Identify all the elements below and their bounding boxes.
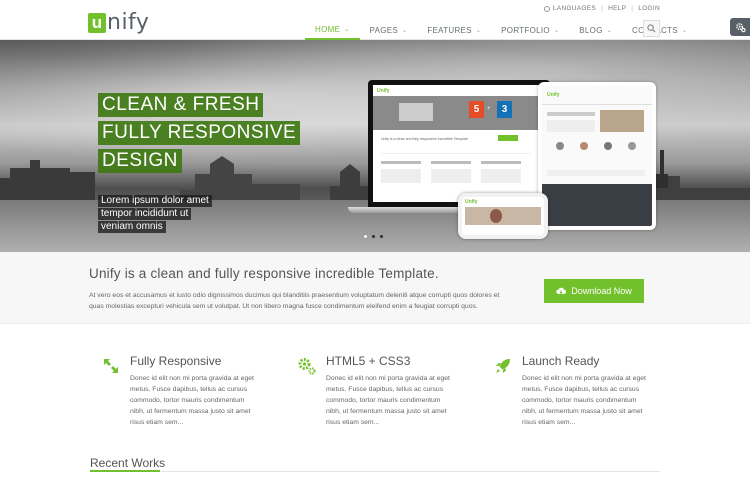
css3-logo: 3 xyxy=(497,101,512,118)
chevron-down-icon: ⌄ xyxy=(475,27,482,34)
phone-mockup: Unify xyxy=(458,193,548,239)
topbar-separator: | xyxy=(601,5,604,12)
team-avatar xyxy=(604,142,612,150)
tablet-logo: Unify xyxy=(547,92,560,98)
tablet-footer xyxy=(542,184,652,226)
feature-title: HTML5 + CSS3 xyxy=(326,354,411,368)
promo-title: Unify is a clean and fully responsive in… xyxy=(89,266,439,281)
laptop-divider xyxy=(381,153,531,154)
laptop-text-block xyxy=(481,169,521,183)
hero-title-text: DESIGN xyxy=(98,149,182,173)
laptop-mockup: Unify 5 + 3 Unify is a clean and fully r… xyxy=(368,80,550,207)
laptop-button xyxy=(498,135,518,141)
logo[interactable]: u nify xyxy=(88,10,149,36)
team-avatar xyxy=(556,142,564,150)
rocket-icon xyxy=(496,359,510,373)
chevron-down-icon: ⌄ xyxy=(681,27,688,34)
section-divider xyxy=(90,471,660,472)
download-button[interactable]: Download Now xyxy=(544,279,644,303)
phone-logo: Unify xyxy=(465,199,478,205)
globe-icon xyxy=(543,5,550,12)
chevron-down-icon: ⌄ xyxy=(402,27,408,34)
hero-title-line: FULLY RESPONSIVE xyxy=(98,121,301,145)
promo-text: At vero eos et accusamus et iusto odio d… xyxy=(89,292,500,310)
laptop-text-block xyxy=(431,169,471,183)
laptop-screen: Unify 5 + 3 Unify is a clean and fully r… xyxy=(373,85,545,202)
nav-item-label: FEATURES xyxy=(427,25,472,35)
nav-item-label: BLOG xyxy=(579,25,603,35)
plus-sign: + xyxy=(487,106,491,112)
nav-item-features[interactable]: FEATURES ⌄ xyxy=(417,20,491,40)
tablet-mockup: Unify xyxy=(538,82,656,230)
logo-mark: u xyxy=(88,13,106,33)
login-link[interactable]: LOGIN xyxy=(638,5,660,12)
search-icon xyxy=(647,24,656,33)
feature-text: Donec id elit non mi porta gravida at eg… xyxy=(130,375,254,426)
gears-icon xyxy=(735,22,746,32)
nav-item-label: PAGES xyxy=(369,25,399,35)
cloud-download-icon xyxy=(556,287,567,294)
gears-icon xyxy=(298,358,316,375)
logo-text: nify xyxy=(107,10,150,35)
laptop-text-line xyxy=(431,161,471,164)
team-avatar xyxy=(580,142,588,150)
laptop-text-line xyxy=(381,161,421,164)
languages-link[interactable]: LANGUAGES xyxy=(553,5,596,12)
promo-section: Unify is a clean and fully responsive in… xyxy=(0,252,750,324)
tablet-text-line xyxy=(547,112,595,116)
laptop-text-line xyxy=(481,161,521,164)
hero-title-line: CLEAN & FRESH xyxy=(98,93,264,117)
nav-item-label: HOME xyxy=(315,24,341,34)
phone-image xyxy=(465,207,541,225)
tablet-logos-row xyxy=(547,170,645,176)
nav-item-portfolio[interactable]: PORTFOLIO ⌄ xyxy=(491,20,569,40)
phone-portrait xyxy=(490,209,502,223)
team-avatar xyxy=(628,142,636,150)
resize-arrows-icon xyxy=(104,359,118,373)
help-link[interactable]: HELP xyxy=(608,5,626,12)
search-button[interactable] xyxy=(643,20,660,37)
download-button-label: Download Now xyxy=(571,286,632,296)
recent-works-heading: Recent Works xyxy=(90,456,166,470)
hero-subtitle-text: veniam omnis xyxy=(98,221,166,233)
laptop-banner-image xyxy=(399,103,433,121)
laptop-logo: Unify xyxy=(377,88,390,94)
feature-title: Launch Ready xyxy=(522,354,600,368)
feature-text: Donec id elit non mi porta gravida at eg… xyxy=(326,375,450,426)
slider-dot[interactable] xyxy=(371,234,376,239)
header: u nify LANGUAGES | HELP | LOGIN HOME ⌄ P… xyxy=(0,0,750,40)
nav-item-label: PORTFOLIO xyxy=(501,25,550,35)
html5-logo: 5 xyxy=(469,101,484,118)
nav-item-blog[interactable]: BLOG ⌄ xyxy=(569,20,622,40)
chevron-down-icon: ⌄ xyxy=(553,27,560,34)
feature-text: Donec id elit non mi porta gravida at eg… xyxy=(522,375,646,426)
nav-item-home[interactable]: HOME ⌄ xyxy=(305,20,360,40)
heading-underline xyxy=(90,470,160,472)
tablet-divider xyxy=(542,104,652,105)
topbar-separator: | xyxy=(631,5,634,12)
hero-subtitle-line: veniam omnis xyxy=(98,216,166,234)
slider-pagination xyxy=(363,234,384,239)
main-nav: HOME ⌄ PAGES ⌄ FEATURES ⌄ PORTFOLIO ⌄ BL… xyxy=(305,20,697,40)
tablet-text-block xyxy=(547,120,595,132)
topbar: LANGUAGES | HELP | LOGIN xyxy=(543,5,660,12)
feature-title: Fully Responsive xyxy=(130,354,222,368)
hero-title-text: CLEAN & FRESH xyxy=(98,93,264,117)
hero-title-line: DESIGN xyxy=(98,149,182,173)
laptop-headline: Unify is a clean and fully responsive In… xyxy=(381,137,468,141)
chevron-down-icon: ⌄ xyxy=(344,26,350,33)
nav-item-pages[interactable]: PAGES ⌄ xyxy=(360,20,418,40)
slider-dot[interactable] xyxy=(379,234,384,239)
slider-dot[interactable] xyxy=(363,234,368,239)
tablet-image xyxy=(600,110,644,132)
laptop-text-block xyxy=(381,169,421,183)
style-switcher-toggle[interactable] xyxy=(730,18,750,36)
chevron-down-icon: ⌄ xyxy=(606,27,613,34)
hero-title-text: FULLY RESPONSIVE xyxy=(98,121,301,145)
